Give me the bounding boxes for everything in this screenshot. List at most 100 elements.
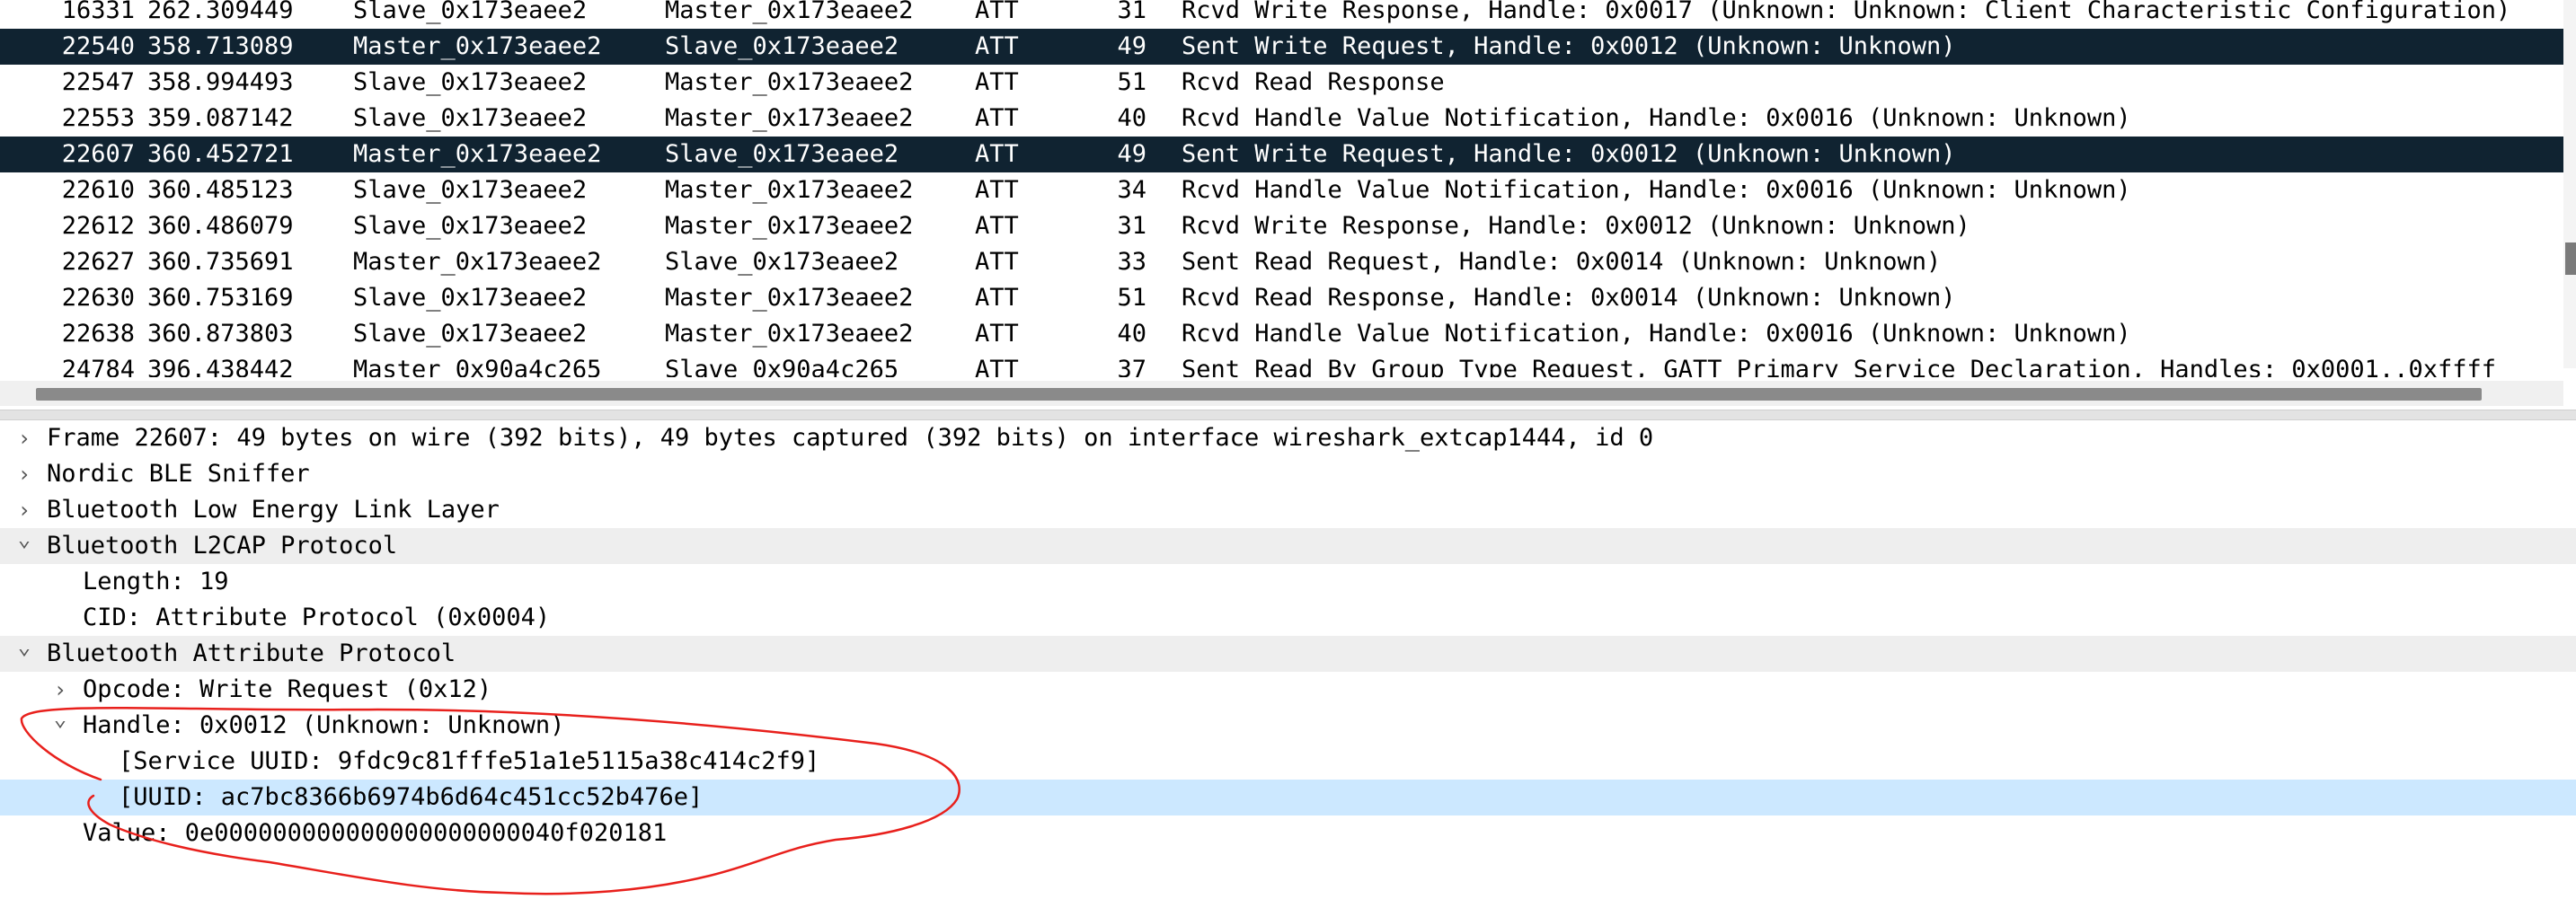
packet-row[interactable]: 22612 360.486079 Slave_0x173eaee2 Master_0x…	[0, 208, 2563, 244]
packet-protocol: ATT	[975, 356, 1019, 377]
packet-row[interactable]: 22630 360.753169 Slave_0x173eaee2 Master_0x…	[0, 280, 2563, 316]
packet-list[interactable]: 16331 262.309449 Slave_0x173eaee2 Master_0x…	[0, 0, 2576, 377]
packet-list-vertical-scrollbar[interactable]	[2563, 0, 2576, 368]
detail-tree-item[interactable]: › Nordic BLE Sniffer	[0, 456, 2576, 492]
packet-time: 360.873803	[147, 320, 294, 348]
packet-info: Rcvd Write Response, Handle: 0x0017 (Unk…	[1182, 0, 2511, 24]
packet-destination: Master_0x173eaee2	[665, 104, 914, 132]
packet-source: Slave_0x173eaee2	[353, 320, 588, 348]
packet-time: 360.452721	[147, 140, 294, 168]
detail-tree-item[interactable]: › Bluetooth Low Energy Link Layer	[0, 492, 2576, 528]
packet-time: 262.309449	[147, 0, 294, 24]
packet-length: 51	[1117, 284, 1146, 312]
packet-protocol: ATT	[975, 320, 1019, 348]
packet-length: 37	[1117, 356, 1146, 377]
packet-source: Master_0x173eaee2	[353, 140, 602, 168]
packet-length: 49	[1117, 140, 1146, 168]
packet-destination: Master_0x173eaee2	[665, 284, 914, 312]
detail-tree-label: Handle: 0x0012 (Unknown: Unknown)	[83, 711, 565, 739]
packet-destination: Slave_0x173eaee2	[665, 248, 899, 276]
detail-tree-item[interactable]: ⌄ Bluetooth Attribute Protocol	[0, 634, 2576, 672]
packet-protocol: ATT	[975, 32, 1019, 60]
packet-number: 22607	[61, 140, 135, 168]
packet-time: 360.753169	[147, 284, 294, 312]
packet-destination: Master_0x173eaee2	[665, 0, 914, 24]
packet-number: 22612	[61, 212, 135, 240]
pane-splitter[interactable]	[0, 410, 2576, 420]
packet-row[interactable]: 22540 358.713089 Master_0x173eaee2 Slave_0x…	[0, 29, 2563, 65]
packet-source: Slave_0x173eaee2	[353, 284, 588, 312]
packet-protocol: ATT	[975, 248, 1019, 276]
detail-tree-label: Length: 19	[83, 568, 229, 595]
packet-info: Rcvd Handle Value Notification, Handle: …	[1182, 320, 2131, 348]
detail-tree-label: Bluetooth Low Energy Link Layer	[47, 496, 500, 524]
packet-destination: Master_0x173eaee2	[665, 212, 914, 240]
packet-protocol: ATT	[975, 0, 1019, 24]
detail-tree-label: Opcode: Write Request (0x12)	[83, 675, 492, 703]
horizontal-scrollbar-thumb[interactable]	[36, 388, 2482, 401]
packet-row[interactable]: 22553 359.087142 Slave_0x173eaee2 Master_0x…	[0, 101, 2563, 137]
packet-row[interactable]: 22607 360.452721 Master_0x173eaee2 Slave_0x…	[0, 137, 2563, 172]
packet-source: Slave_0x173eaee2	[353, 104, 588, 132]
packet-source: Master_0x173eaee2	[353, 248, 602, 276]
packet-length: 49	[1117, 32, 1146, 60]
chevron-right-icon[interactable]: ›	[14, 456, 34, 492]
packet-protocol: ATT	[975, 68, 1019, 96]
chevron-down-icon[interactable]: ⌄	[50, 701, 70, 736]
packet-details-tree[interactable]: › Frame 22607: 49 bytes on wire (392 bits…	[0, 420, 2576, 908]
detail-tree-item[interactable]: ⌄ Handle: 0x0012 (Unknown: Unknown)	[0, 706, 2576, 744]
packet-length: 40	[1117, 320, 1146, 348]
detail-tree-label: [UUID: ac7bc8366b6974b6d64c451cc52b476e]	[119, 783, 704, 811]
packet-info: Rcvd Handle Value Notification, Handle: …	[1182, 104, 2131, 132]
packet-time: 360.486079	[147, 212, 294, 240]
chevron-down-icon[interactable]: ⌄	[14, 521, 34, 557]
packet-source: Master_0x90a4c265	[353, 356, 602, 377]
packet-number: 22540	[61, 32, 135, 60]
detail-tree-label: Bluetooth Attribute Protocol	[47, 639, 456, 667]
packet-info: Sent Read Request, Handle: 0x0014 (Unkno…	[1182, 248, 1942, 276]
detail-tree-item[interactable]: › Frame 22607: 49 bytes on wire (392 bits…	[0, 420, 2576, 456]
detail-tree-item[interactable]: Length: 19	[0, 564, 2576, 600]
packet-protocol: ATT	[975, 176, 1019, 204]
chevron-down-icon[interactable]: ⌄	[14, 629, 34, 665]
detail-tree-label: CID: Attribute Protocol (0x0004)	[83, 604, 551, 631]
packet-row[interactable]: 22547 358.994493 Slave_0x173eaee2 Master_0x…	[0, 65, 2563, 101]
detail-tree-item[interactable]: Value: 0e000000000000000000000040f020181	[0, 815, 2576, 851]
detail-tree-item[interactable]: CID: Attribute Protocol (0x0004)	[0, 600, 2576, 636]
packet-protocol: ATT	[975, 140, 1019, 168]
packet-source: Slave_0x173eaee2	[353, 212, 588, 240]
packet-length: 40	[1117, 104, 1146, 132]
packet-time: 358.713089	[147, 32, 294, 60]
packet-destination: Slave_0x90a4c265	[665, 356, 899, 377]
packet-row[interactable]: 22627 360.735691 Master_0x173eaee2 Slave_0x…	[0, 244, 2563, 280]
packet-number: 22638	[61, 320, 135, 348]
packet-destination: Master_0x173eaee2	[665, 320, 914, 348]
vertical-scrollbar-thumb[interactable]	[2565, 242, 2576, 275]
detail-tree-item[interactable]: [Service UUID: 9fdc9c81fffe51a1e5115a38c…	[0, 744, 2576, 780]
detail-tree-item[interactable]: › Opcode: Write Request (0x12)	[0, 672, 2576, 708]
packet-protocol: ATT	[975, 284, 1019, 312]
packet-number: 24784	[61, 356, 135, 377]
detail-tree-item[interactable]: [UUID: ac7bc8366b6974b6d64c451cc52b476e]	[0, 780, 2576, 815]
packet-protocol: ATT	[975, 104, 1019, 132]
packet-row[interactable]: 24784 396.438442 Master_0x90a4c265 Slave_0x…	[0, 352, 2563, 377]
chevron-right-icon[interactable]: ›	[14, 420, 34, 456]
packet-number: 22553	[61, 104, 135, 132]
packet-destination: Master_0x173eaee2	[665, 176, 914, 204]
packet-row[interactable]: 22638 360.873803 Slave_0x173eaee2 Master_0x…	[0, 316, 2563, 352]
packet-time: 360.735691	[147, 248, 294, 276]
packet-row[interactable]: 16331 262.309449 Slave_0x173eaee2 Master_0x…	[0, 0, 2563, 29]
detail-tree-label: Value: 0e000000000000000000000040f020181	[83, 819, 668, 847]
packet-destination: Master_0x173eaee2	[665, 68, 914, 96]
detail-tree-label: Bluetooth L2CAP Protocol	[47, 532, 398, 560]
packet-time: 396.438442	[147, 356, 294, 377]
packet-number: 22610	[61, 176, 135, 204]
packet-row[interactable]: 22610 360.485123 Slave_0x173eaee2 Master_0x…	[0, 172, 2563, 208]
packet-info: Sent Read By Group Type Request, GATT Pr…	[1182, 356, 2496, 377]
packet-source: Master_0x173eaee2	[353, 32, 602, 60]
packet-source: Slave_0x173eaee2	[353, 0, 588, 24]
detail-tree-item[interactable]: ⌄ Bluetooth L2CAP Protocol	[0, 526, 2576, 564]
detail-tree-label: Frame 22607: 49 bytes on wire (392 bits)…	[47, 424, 1654, 452]
packet-info: Rcvd Read Response, Handle: 0x0014 (Unkn…	[1182, 284, 1956, 312]
packet-length: 31	[1117, 0, 1146, 24]
